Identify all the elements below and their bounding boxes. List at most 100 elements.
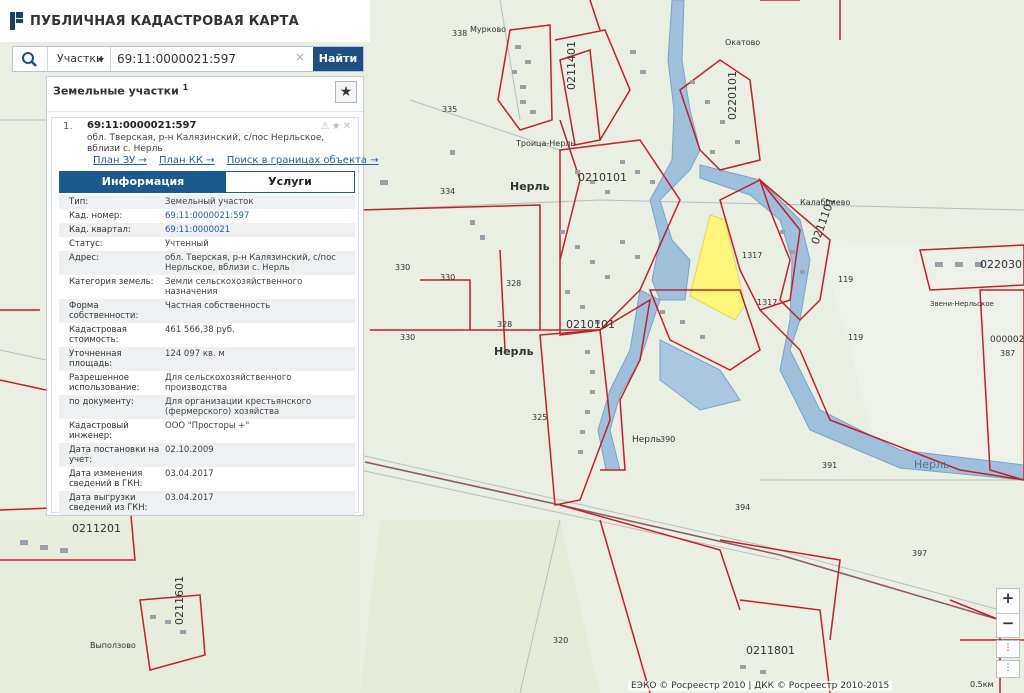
link-search-bounds[interactable]: Поиск в границах объекта → (227, 155, 379, 166)
result-actions[interactable]: ⚠★✕ (321, 121, 353, 132)
attribute-value: Частная собственность (165, 301, 271, 311)
attribute-key: Адрес: (69, 253, 99, 263)
divider (47, 111, 363, 112)
attribute-value: Для организации крестьянского (фермерско… (165, 397, 312, 417)
map-label: Троица-Нерль (515, 139, 575, 148)
zoom-in-button[interactable]: + (997, 589, 1019, 613)
map-label: 325 (532, 413, 547, 422)
search-input[interactable] (117, 47, 307, 71)
tab-information[interactable]: Информация (60, 172, 226, 192)
map-label: Нерль (494, 345, 534, 358)
star-icon: ★ (331, 121, 343, 132)
attribute-value: Для сельскохозяйственного производства (165, 373, 292, 393)
map-label: 0211801 (746, 644, 795, 657)
attribute-value[interactable]: 69:11:0000021 (163, 223, 355, 237)
attribute-row: Разрешенное использование: Для сельскохоз… (59, 371, 355, 395)
warning-icon: ⚠ (320, 121, 332, 132)
map-label: 0220101 (726, 71, 739, 120)
map-label: 334 (440, 187, 455, 196)
app-logo-icon (10, 12, 23, 30)
result-links: План ЗУ → План КК → Поиск в границах объ… (93, 155, 388, 166)
map-label: 0211201 (72, 522, 121, 535)
map-label: 391 (822, 461, 837, 470)
attribute-key: Дата выгрузки сведений из ГКН: (69, 493, 148, 513)
attribute-row: Уточненная площадь: 124 097 кв. м (59, 347, 355, 371)
map-label: 0211401 (565, 41, 578, 90)
attribute-row: Статус: Учтенный (59, 237, 355, 251)
map-label: 330 (440, 273, 455, 282)
more-tools-icon[interactable]: ⋮ (996, 660, 1020, 678)
attribute-value: Учтенный (165, 239, 209, 249)
map-label: Окатово (725, 38, 760, 47)
result-cadastral-number[interactable]: 69:11:0000021:597 (87, 120, 196, 131)
attribute-key: Кадастровый инженер: (69, 421, 129, 441)
attribute-value: 124 097 кв. м (165, 349, 225, 359)
map-tools: ⋮ ⋮ (996, 612, 1020, 688)
search-type-select[interactable]: Участки (49, 47, 111, 71)
map-label: 397 (912, 549, 927, 558)
map-label: 330 (395, 263, 410, 272)
search-type-label: Участки (57, 52, 104, 65)
app-header: ПУБЛИЧНАЯ КАДАСТРОВАЯ КАРТА (0, 0, 370, 42)
map-label: 0210101 (566, 318, 615, 331)
attribute-key: Дата постановки на учет: (69, 445, 160, 465)
attribute-row: Кадастровый инженер: ООО "Просторы +" (59, 419, 355, 443)
map-label: 119 (848, 333, 863, 342)
attribute-value: Земельный участок (165, 197, 254, 207)
result-index: 1. (63, 121, 73, 132)
link-plan-kk[interactable]: План КК → (159, 155, 215, 166)
map-label: Нерль (510, 180, 550, 193)
map-label: 0210101 (578, 171, 627, 184)
attribute-key: Уточненная площадь: (69, 349, 122, 369)
tab-services[interactable]: Услуги (226, 172, 354, 192)
attribute-row: Форма собственности: Частная собственност… (59, 299, 355, 323)
map-label: 335 (442, 105, 457, 114)
attribute-key: Кад. номер: (69, 211, 123, 221)
map-label: 000002 (990, 335, 1024, 345)
favorite-button[interactable]: ★ (335, 81, 357, 103)
map-label: 387 (1000, 349, 1015, 358)
attribute-value: 03.04.2017 (165, 493, 214, 503)
more-tools-icon[interactable]: ⋮ (996, 640, 1020, 658)
map-label: Мурково (470, 25, 506, 34)
map-label: 0220301 (980, 258, 1024, 271)
map-label: 328 (506, 279, 521, 288)
attribute-row: по документу: Для организации крестьянско… (59, 395, 355, 419)
map-label: Звени-Нерльское (930, 300, 994, 308)
map-label: Выползово (90, 641, 136, 650)
map-label: 119 (838, 275, 853, 284)
attribute-key: Статус: (69, 239, 103, 249)
attribute-row: Тип: Земельный участок (59, 195, 355, 209)
results-title: Земельные участки 1 (53, 83, 189, 98)
attribute-row: Категория земель: Земли сельскохозяйствен… (59, 275, 355, 299)
attribute-value[interactable]: 69:11:0000021:597 (163, 209, 355, 223)
info-tabs: Информация Услуги (59, 171, 355, 193)
attribute-row: Кад. номер: 69:11:0000021:597 (59, 209, 355, 223)
results-panel: Земельные участки 1 ★ 1. 69:11:0000021:5… (46, 76, 379, 516)
attribute-row: Дата изменения сведений в ГКН: 03.04.2017 (59, 467, 355, 491)
attribute-row: Кад. квартал: 69:11:0000021 (59, 223, 355, 237)
clear-search-icon[interactable]: × (295, 50, 305, 64)
map-label: 320 (553, 636, 568, 645)
search-icon[interactable] (13, 47, 48, 71)
map-label: 338 (452, 29, 467, 38)
copyright: ЕЭКО © Росреестр 2010 | ДКК © Росреестр … (628, 681, 893, 691)
attribute-row: Адрес: обл. Тверская, р-н Калязинский, с/… (59, 251, 355, 275)
attribute-key: Тип: (69, 197, 89, 207)
attribute-row: Кадастровая стоимость: 461 566,38 руб. (59, 323, 355, 347)
search-button[interactable]: Найти (313, 47, 363, 71)
results-count: 1 (182, 83, 189, 92)
link-plan-zu[interactable]: План ЗУ → (93, 155, 147, 166)
attribute-table: Тип: Земельный участок Кад. номер: 69:11:00… (59, 195, 355, 515)
attribute-value: обл. Тверская, р-н Калязинский, с/пос Не… (165, 253, 336, 273)
attribute-row: Дата выгрузки сведений из ГКН: 03.04.2017 (59, 491, 355, 515)
attribute-value: 461 566,38 руб. (165, 325, 235, 335)
map-label: 390 (660, 435, 675, 444)
attribute-key: Разрешенное использование: (69, 373, 140, 393)
map-label: 1317 (757, 298, 777, 307)
attribute-key: Дата изменения сведений в ГКН: (69, 469, 143, 489)
result-address: обл. Тверская, р-н Калязинский, с/пос Не… (87, 133, 325, 154)
search-bar: Участки × Найти (12, 46, 364, 72)
attribute-key: Кад. квартал: (69, 225, 131, 235)
map-label: 328 (497, 320, 512, 329)
